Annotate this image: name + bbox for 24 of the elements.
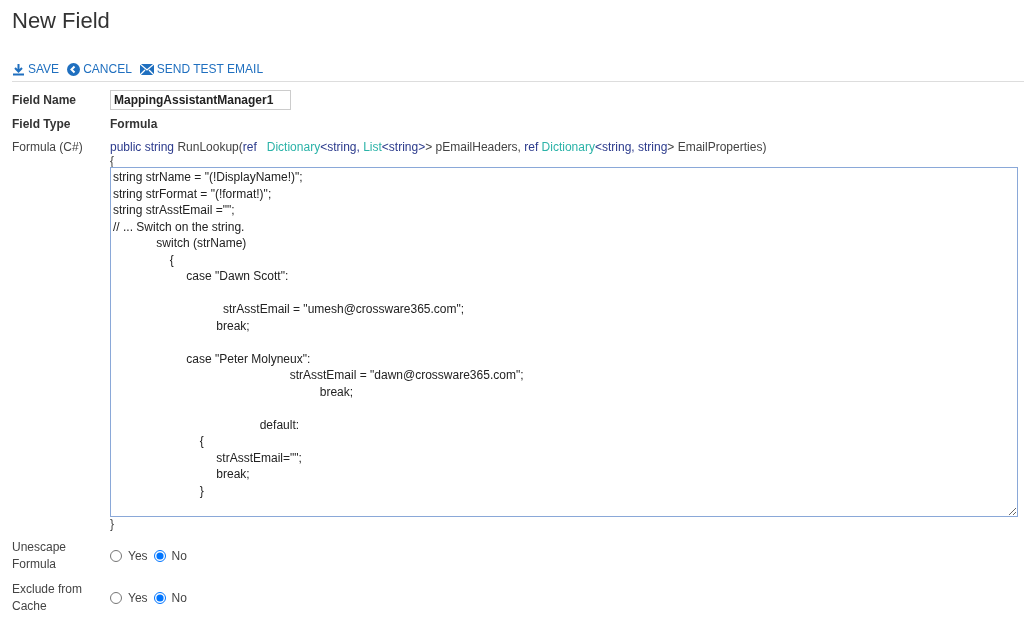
field-label: Exclude from Cache xyxy=(12,581,84,615)
download-icon xyxy=(12,62,25,76)
toolbar-button[interactable]: SAVE xyxy=(12,60,60,78)
page-title: New Field xyxy=(12,7,110,35)
formula-signature: public string RunLookup(ref Dictionary<string, List<string>> pEmailHeaders, ref Dictionary<string, string> EmailProperties) xyxy=(110,139,767,155)
radio-label: Yes xyxy=(128,590,148,607)
radio-label: No xyxy=(171,590,187,607)
field-label: Field Type xyxy=(12,116,72,133)
field-label: Unescape Formula xyxy=(12,539,68,573)
formula-code-editor[interactable]: string strName = "(!DisplayName!)"; string strFormat = "(!format!)"; string strAsstEmail =""; // ... Switch on the string. switch (strName) { case "Dawn Scott": strAsstEmail = "umesh@crossware365.com"; break; case "Peter Molyneux": strAsstEmail = "dawn@crossware365.com"; break; default: { strAsstEmail=""; break; } xyxy=(110,167,1018,517)
envelope-icon xyxy=(139,63,154,75)
toolbar-button[interactable]: CANCEL xyxy=(67,60,132,78)
radio-button[interactable] xyxy=(153,592,166,604)
field-label: Formula (C#) xyxy=(12,139,84,156)
field-name-input[interactable]: MappingAssistantManager1 xyxy=(110,90,291,110)
code-brace: } xyxy=(110,517,114,531)
radio-button[interactable] xyxy=(153,550,166,562)
radio-label: No xyxy=(171,548,187,565)
radio-label: Yes xyxy=(128,548,148,565)
toolbar-button[interactable]: SEND TEST EMAIL xyxy=(139,60,264,78)
radio-button[interactable] xyxy=(110,592,122,604)
field-type-value: Formula xyxy=(110,116,158,133)
radio-button[interactable] xyxy=(110,550,122,562)
field-label: Field Name xyxy=(12,92,78,109)
